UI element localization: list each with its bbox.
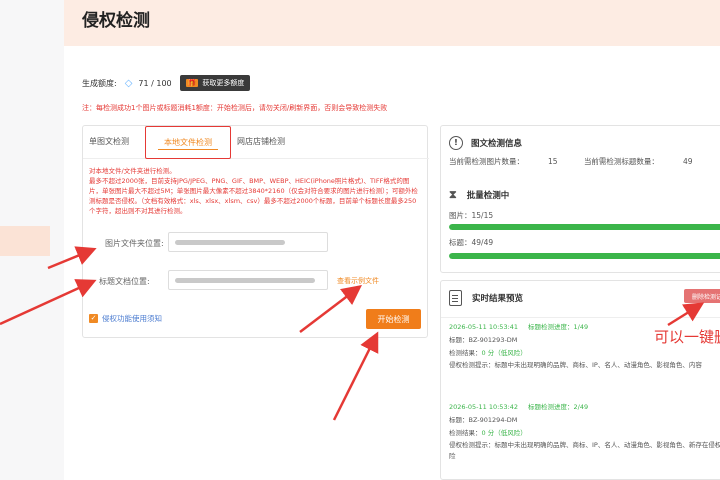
images-progress-text: 图片：15/15	[449, 210, 493, 221]
checkbox-checked-icon[interactable]: ✓	[89, 314, 98, 323]
entry-timestamp-row: 2026-05-11 10:53:42 标题检测进度：2/49	[449, 401, 720, 414]
images-progress-bar	[449, 224, 720, 230]
results-header: 实时结果预览	[449, 290, 523, 306]
batch-header: ⧗ 批量检测中	[449, 188, 509, 202]
entry-hint: 侵权检测提示：标题中未出现明确的品牌、商标、IP、名人、动漫角色、影视角色、内容	[449, 361, 702, 369]
info-title: 图文检测信息	[471, 139, 523, 149]
titles-progress-fill	[449, 253, 720, 259]
titles-progress-bar	[449, 253, 720, 259]
gift-icon: 🎁	[185, 79, 199, 87]
usage-guide-link[interactable]: 侵权功能使用须知	[102, 313, 162, 324]
quota-row: 生成额度: ◇ 71 / 100 🎁 获取更多额度	[82, 75, 251, 91]
entry-progress: 标题检测进度：1/49	[528, 323, 589, 331]
image-folder-label: 图片文件夹位置:	[105, 239, 164, 248]
image-count: 15	[548, 157, 558, 166]
tab-local-file-label: 本地文件检测	[164, 138, 212, 147]
tab-single-image-text[interactable]: 单图文检测	[89, 136, 129, 147]
titles-progress-label: 标题：	[449, 238, 472, 247]
sidebar-active-item[interactable]	[0, 226, 50, 256]
rules-line: 最多不超过2000张，目前支持JPG/JPEG、PNG、GIF、BMP、WEBP…	[89, 177, 418, 215]
header-band	[64, 0, 720, 46]
entry-progress: 标题检测进度：2/49	[528, 403, 589, 411]
entry-score: 0 分（低风险）	[481, 429, 527, 437]
entry-result-label: 检测结果：	[449, 429, 482, 437]
page-title: 侵权检测	[82, 11, 150, 31]
tab-shop[interactable]: 网店店铺检测	[237, 136, 285, 147]
detection-form-card: 单图文检测 本地文件检测 网店店铺检测 对本地文件/文件夹进行检测。 最多不超过…	[82, 125, 429, 338]
tab-local-file[interactable]: 本地文件检测	[145, 126, 231, 159]
rules-text: 对本地文件/文件夹进行检测。 最多不超过2000张，目前支持JPG/JPEG、P…	[89, 166, 421, 216]
images-progress-label: 图片：	[449, 211, 472, 220]
delete-records-button[interactable]: 删除检测记录	[684, 289, 720, 303]
info-icon: !	[449, 136, 463, 150]
entry-result-label: 检测结果：	[449, 349, 482, 357]
title-doc-label: 标题文档位置:	[99, 277, 150, 286]
entry-hint: 侵权检测提示：标题中未出现明确的品牌、商标、IP、名人、动漫角色、影视角色、新存…	[449, 441, 720, 460]
usage-guide[interactable]: ✓ 侵权功能使用须知	[89, 313, 162, 324]
usage-notice: 注：每检测成功1个图片或标题消耗1额度：开始检测后，请勿关闭/刷新界面，否则会导…	[82, 104, 388, 112]
active-tab-underline	[158, 148, 218, 150]
divider	[441, 317, 720, 318]
view-sample-file-link[interactable]: 查看示例文件	[337, 276, 379, 286]
title-count-label: 当前需检测标题数量：	[583, 157, 659, 166]
batch-title: 批量检测中	[466, 191, 510, 201]
title-count: 49	[682, 157, 693, 166]
entry-result-row: 检测结果：0 分（低风险）	[449, 347, 720, 360]
quota-label: 生成额度:	[82, 78, 117, 88]
detection-info-card: ! 图文检测信息 当前需检测图片数量： 15 当前需检测标题数量： 49 ⧗ 批量检…	[440, 125, 720, 273]
info-counts: 当前需检测图片数量： 15 当前需检测标题数量： 49	[449, 156, 692, 167]
info-header: ! 图文检测信息	[449, 136, 522, 150]
image-count-label: 当前需检测图片数量：	[449, 157, 524, 166]
results-title: 实时结果预览	[472, 294, 524, 304]
blurred-path	[175, 240, 285, 245]
entry-score: 0 分（低风险）	[481, 349, 527, 357]
hourglass-icon: ⧗	[449, 188, 457, 201]
images-progress-value: 15/15	[471, 211, 494, 220]
entry-timestamp: 2026-05-11 10:53:42	[449, 403, 519, 411]
start-detection-button[interactable]: 开始检测	[366, 309, 421, 329]
result-entry: 2026-05-11 10:53:42 标题检测进度：2/49 标题：BZ-901…	[449, 401, 720, 462]
get-more-quota-button[interactable]: 🎁 获取更多额度	[179, 75, 251, 91]
images-progress-fill	[449, 224, 720, 230]
get-more-quota-label: 获取更多额度	[202, 79, 245, 87]
tab-bar: 单图文检测 本地文件检测 网店店铺检测	[83, 126, 429, 159]
entry-title: 标题：BZ-901294-DM	[449, 416, 518, 424]
results-preview-card: 实时结果预览 删除检测记录 2026-05-11 10:53:41 标题检测进度：…	[440, 280, 720, 480]
entry-timestamp: 2026-05-11 10:53:41	[449, 323, 519, 331]
title-doc-input[interactable]	[168, 270, 328, 290]
document-icon	[449, 290, 462, 306]
quota-value: 71 / 100	[138, 78, 172, 88]
titles-progress-text: 标题：49/49	[449, 237, 493, 248]
rules-line: 对本地文件/文件夹进行检测。	[89, 167, 176, 175]
image-folder-input[interactable]	[168, 232, 328, 252]
diamond-icon: ◇	[124, 77, 133, 89]
titles-progress-value: 49/49	[471, 238, 494, 247]
annotation-text: 可以一键删	[654, 328, 720, 346]
entry-result-row: 检测结果：0 分（低风险）	[449, 427, 720, 440]
blurred-path	[175, 278, 315, 283]
